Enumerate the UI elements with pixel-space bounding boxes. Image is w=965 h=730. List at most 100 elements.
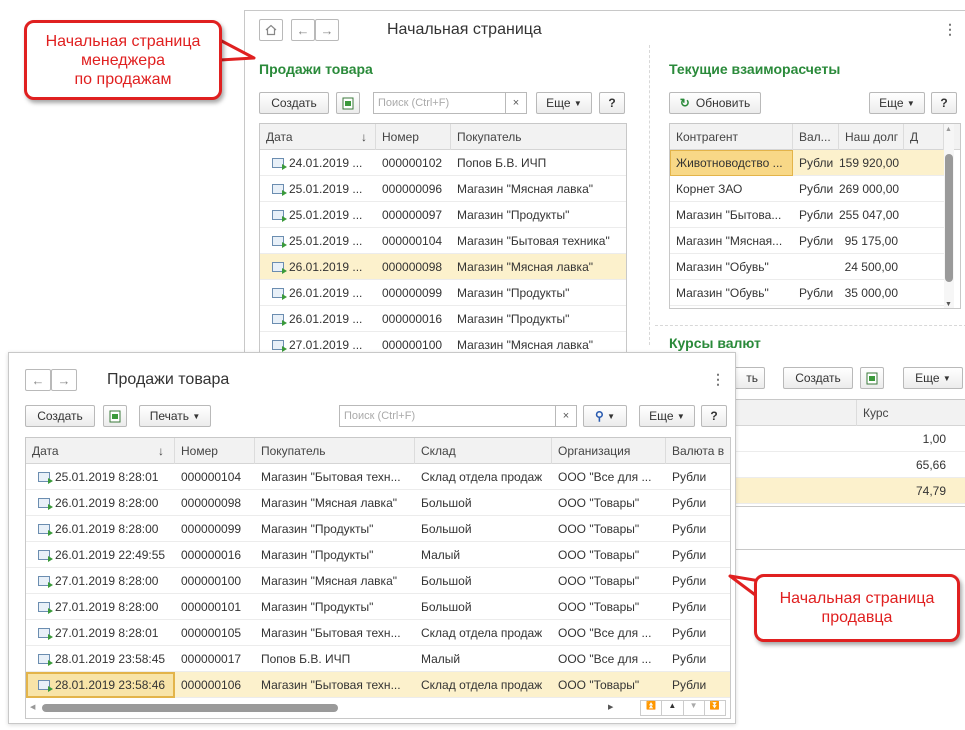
create-button[interactable]: Создать: [259, 92, 329, 114]
column-date[interactable]: Дата ↓: [26, 438, 175, 464]
forward-button[interactable]: →: [315, 19, 339, 41]
column-warehouse[interactable]: Склад: [415, 438, 552, 464]
go-top-icon[interactable]: ⏫: [641, 701, 663, 715]
copy-button[interactable]: [103, 405, 127, 427]
search-clear-button[interactable]: ×: [555, 405, 577, 427]
table-row[interactable]: Животноводство ... Рубли 159 920,00: [670, 150, 944, 176]
go-bottom-icon[interactable]: ⏬: [705, 701, 725, 715]
document-icon: [272, 288, 287, 300]
table-row[interactable]: 25.01.2019 ... 000000096 Магазин "Мясная л…: [260, 176, 626, 202]
table-row[interactable]: 26.01.2019 ... 000000099 Магазин "Продукты…: [260, 280, 626, 306]
table-row[interactable]: 27.01.2019 8:28:00 000000100 Магазин "Мясн…: [26, 568, 730, 594]
table-row[interactable]: Магазин "Обувь" 24 500,00: [670, 254, 944, 280]
rates-more-button[interactable]: Еще ▼: [903, 367, 963, 389]
more-menu-icon[interactable]: ⋮: [711, 371, 725, 388]
refresh-button[interactable]: ↻ Обновить: [669, 92, 761, 114]
forward-button[interactable]: →: [51, 369, 77, 391]
settlements-help-button[interactable]: ?: [931, 92, 957, 114]
search-input[interactable]: Поиск (Ctrl+F): [373, 92, 505, 114]
table-row[interactable]: 24.01.2019 ... 000000102 Попов Б.В. ИЧП: [260, 150, 626, 176]
section-divider: [649, 45, 650, 345]
document-icon: [38, 498, 53, 510]
more-button[interactable]: Еще ▼: [536, 92, 592, 114]
table-row[interactable]: Магазин "Мясная... Рубли 95 175,00: [670, 228, 944, 254]
scroll-right-icon[interactable]: ▶: [608, 703, 613, 711]
sales-section-title: Продажи товара: [259, 61, 373, 77]
window-title: Продажи товара: [107, 371, 230, 388]
search-options-button[interactable]: ⚲ ▼: [583, 405, 627, 427]
help-button[interactable]: ?: [701, 405, 727, 427]
document-icon: [38, 654, 53, 666]
scroll-thumb[interactable]: [42, 704, 338, 712]
column-rate[interactable]: Курс: [856, 400, 965, 426]
create-button[interactable]: Создать: [25, 405, 95, 427]
column-our-debt[interactable]: Наш долг: [839, 124, 904, 150]
search-clear-button[interactable]: ×: [505, 92, 527, 114]
print-button[interactable]: Печать ▼: [139, 405, 211, 427]
table-row[interactable]: 26.01.2019 ... 000000016 Магазин "Продукты…: [260, 306, 626, 332]
column-number[interactable]: Номер: [175, 438, 255, 464]
help-button[interactable]: ?: [599, 92, 625, 114]
arrow-left-icon: ←: [296, 22, 310, 38]
column-currency[interactable]: Валюта в: [666, 438, 730, 464]
arrow-right-icon: →: [57, 372, 71, 388]
chevron-down-icon: ▼: [607, 411, 616, 421]
search-icon: ⚲: [594, 409, 604, 423]
column-buyer[interactable]: Покупатель: [451, 124, 626, 150]
rate-row[interactable]: 1,00: [716, 426, 965, 452]
settlements-more-button[interactable]: Еще ▼: [869, 92, 925, 114]
table-row[interactable]: 25.01.2019 8:28:01 000000104 Магазин "Быто…: [26, 464, 730, 490]
table-row[interactable]: Магазин "Обувь" Рубли 35 000,00: [670, 280, 944, 306]
more-button[interactable]: Еще ▼: [639, 405, 695, 427]
column-their-debt[interactable]: Д: [904, 124, 944, 150]
more-menu-icon[interactable]: ⋮: [943, 21, 957, 38]
table-row[interactable]: 27.01.2019 8:28:00 000000101 Магазин "Прод…: [26, 594, 730, 620]
table-row[interactable]: 28.01.2019 23:58:45 000000017 Попов Б.В. И…: [26, 646, 730, 672]
sales-table: Дата ↓ Номер Покупатель 24.01.2019 ... 000…: [259, 123, 627, 363]
settlements-scrollbar[interactable]: ▲ ▼: [944, 124, 954, 308]
column-date[interactable]: Дата ↓: [260, 124, 376, 150]
table-row[interactable]: 25.01.2019 ... 000000104 Магазин "Бытовая …: [260, 228, 626, 254]
arrow-left-icon: ←: [31, 372, 45, 388]
rates-section-title: Курсы валют: [669, 335, 761, 351]
table-row[interactable]: 26.01.2019 ... 000000098 Магазин "Мясная л…: [260, 254, 626, 280]
go-up-icon[interactable]: ▲: [662, 701, 684, 715]
document-icon: [272, 210, 287, 222]
table-row[interactable]: 25.01.2019 ... 000000097 Магазин "Продукты…: [260, 202, 626, 228]
scroll-thumb[interactable]: [945, 154, 953, 282]
rates-copy-button[interactable]: [860, 367, 884, 389]
copy-button[interactable]: [336, 92, 360, 114]
table-row[interactable]: 26.01.2019 8:28:00 000000098 Магазин "Мясн…: [26, 490, 730, 516]
table-header: Контрагент Вал... Наш долг Д: [670, 124, 960, 150]
back-button[interactable]: ←: [291, 19, 315, 41]
horizontal-scrollbar[interactable]: ◀ ▶: [26, 698, 626, 718]
rate-row[interactable]: 74,79: [716, 478, 965, 504]
chevron-down-icon: ▼: [573, 98, 582, 108]
back-button[interactable]: ←: [25, 369, 51, 391]
column-organization[interactable]: Организация: [552, 438, 666, 464]
scroll-left-icon[interactable]: ◀: [30, 703, 35, 711]
home-button[interactable]: [259, 19, 283, 41]
document-icon: [272, 236, 287, 248]
settlements-section-title: Текущие взаиморасчеты: [669, 61, 841, 77]
sort-down-icon: ↓: [361, 130, 367, 144]
rate-row[interactable]: 65,66: [716, 452, 965, 478]
scroll-down-icon[interactable]: ▼: [945, 301, 952, 308]
column-currency[interactable]: Вал...: [793, 124, 839, 150]
column-counterparty[interactable]: Контрагент: [670, 124, 793, 150]
table-row[interactable]: Магазин "Бытова... Рубли 255 047,00: [670, 202, 944, 228]
column-buyer[interactable]: Покупатель: [255, 438, 415, 464]
table-row[interactable]: 26.01.2019 22:49:55 000000016 Магазин "Про…: [26, 542, 730, 568]
column-number[interactable]: Номер: [376, 124, 451, 150]
table-row[interactable]: 28.01.2019 23:58:46 000000106 Магазин "Быт…: [26, 672, 730, 698]
document-icon: [272, 340, 287, 352]
search-input[interactable]: Поиск (Ctrl+F): [339, 405, 555, 427]
go-down-icon[interactable]: ▼: [684, 701, 705, 715]
rates-create-button[interactable]: Создать: [783, 367, 853, 389]
table-row[interactable]: 26.01.2019 8:28:00 000000099 Магазин "Прод…: [26, 516, 730, 542]
document-icon: [272, 314, 287, 326]
document-add-icon: [866, 372, 878, 384]
table-row[interactable]: Корнет ЗАО Рубли 269 000,00: [670, 176, 944, 202]
scroll-up-icon[interactable]: ▲: [945, 126, 952, 133]
table-row[interactable]: 27.01.2019 8:28:01 000000105 Магазин "Быто…: [26, 620, 730, 646]
